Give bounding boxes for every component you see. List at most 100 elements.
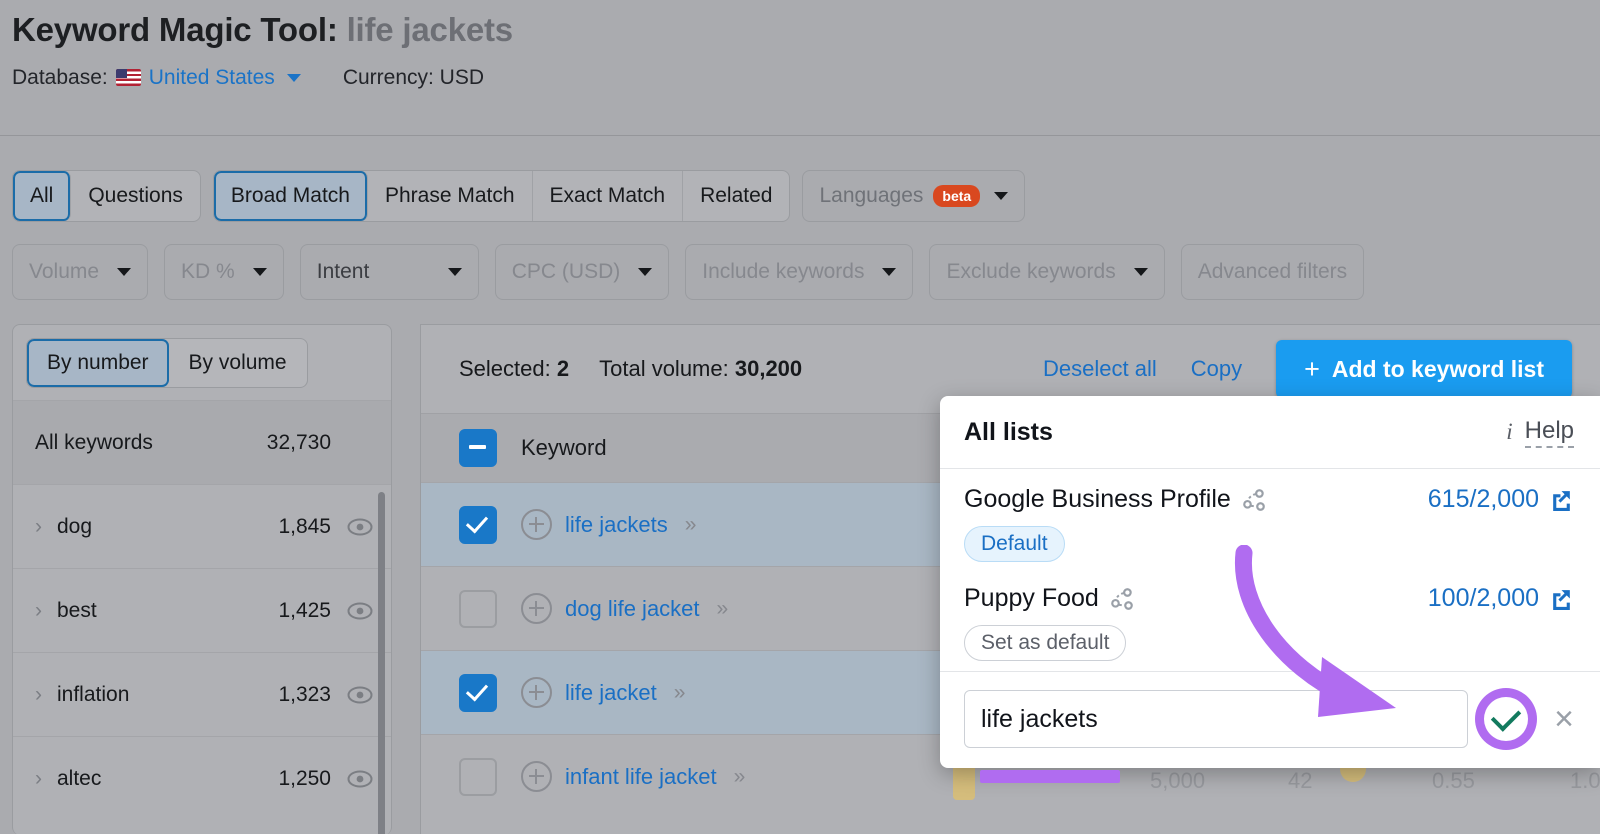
tab-exact-match[interactable]: Exact Match xyxy=(533,171,684,221)
info-icon[interactable]: i xyxy=(1506,419,1512,445)
double-chevron-icon[interactable]: » xyxy=(734,765,746,789)
eye-icon[interactable] xyxy=(347,770,373,788)
filter-cpc-label: CPC (USD) xyxy=(511,260,621,283)
row-checkbox[interactable] xyxy=(459,505,497,544)
sidebar-item-inflation[interactable]: › inflation 1,323 xyxy=(13,652,391,736)
deselect-all-button[interactable]: Deselect all xyxy=(1043,356,1157,382)
sidebar-sort-toggle: By number By volume xyxy=(13,325,391,400)
chevron-down-icon xyxy=(1133,268,1148,276)
total-volume-value: 30,200 xyxy=(734,356,803,381)
close-icon[interactable]: × xyxy=(1554,700,1574,739)
match-type-tabs: All Questions Broad Match Phrase Match E… xyxy=(12,170,1026,222)
eye-icon[interactable] xyxy=(347,518,373,536)
keyword-cell: infant life jacket » xyxy=(521,761,746,792)
chevron-down-icon xyxy=(252,268,267,276)
currency-label: Currency: USD xyxy=(342,65,485,89)
obscured-extra-value: 1.0 xyxy=(1570,768,1600,793)
languages-dropdown[interactable]: Languages beta xyxy=(802,170,1026,222)
sidebar-item-label: altec xyxy=(57,766,102,790)
plus-circle-icon[interactable] xyxy=(521,761,552,792)
scope-segment: All Questions xyxy=(12,170,201,222)
beta-badge: beta xyxy=(933,185,981,207)
sidebar-scrollbar[interactable] xyxy=(378,492,385,834)
all-keywords-count: 32,730 xyxy=(266,430,331,454)
sidebar-item-count: 1,425 xyxy=(278,598,331,622)
keyword-link[interactable]: life jackets xyxy=(565,512,668,538)
sidebar-item-label: inflation xyxy=(57,682,130,706)
new-list-name-input[interactable]: life jackets xyxy=(964,690,1469,748)
eye-icon[interactable] xyxy=(347,686,373,704)
keyword-link[interactable]: dog life jacket xyxy=(565,596,700,622)
tab-all[interactable]: All xyxy=(13,171,72,221)
list-item[interactable]: Google Business Profile 615/2,000 xyxy=(964,485,1574,514)
row-checkbox[interactable] xyxy=(459,589,497,628)
sort-by-number[interactable]: By number xyxy=(27,339,169,387)
default-badge: Default xyxy=(964,526,1065,562)
list-quota: 615/2,000 xyxy=(1427,485,1539,513)
plus-circle-icon[interactable] xyxy=(521,677,552,708)
double-chevron-icon[interactable]: » xyxy=(717,597,729,621)
row-checkbox[interactable] xyxy=(459,757,497,796)
copy-button[interactable]: Copy xyxy=(1191,356,1242,382)
confirm-button[interactable] xyxy=(1484,697,1529,741)
sidebar-item-all-keywords[interactable]: All keywords 32,730 xyxy=(13,400,391,484)
set-as-default-button[interactable]: Set as default xyxy=(964,625,1127,661)
sidebar-item-dog[interactable]: › dog 1,845 xyxy=(13,484,391,568)
plus-circle-icon[interactable] xyxy=(521,509,552,540)
filter-volume[interactable]: Volume xyxy=(12,244,149,300)
add-to-keyword-list-button[interactable]: + Add to keyword list xyxy=(1276,340,1572,398)
sort-by-volume[interactable]: By volume xyxy=(169,339,307,387)
list-name: Puppy Food xyxy=(964,584,1099,612)
external-link-icon[interactable] xyxy=(1549,487,1574,512)
plus-circle-icon[interactable] xyxy=(521,593,552,624)
help-link[interactable]: Help xyxy=(1524,417,1574,448)
filter-kd[interactable]: KD % xyxy=(164,244,284,300)
all-keywords-label: All keywords xyxy=(35,430,153,454)
filter-intent[interactable]: Intent xyxy=(299,244,479,300)
sidebar-item-best[interactable]: › best 1,425 xyxy=(13,568,391,652)
chevron-down-icon[interactable] xyxy=(286,73,301,82)
keyword-link[interactable]: infant life jacket xyxy=(565,764,717,790)
sidebar-list: All keywords 32,730 › dog 1,845 › best 1… xyxy=(13,400,391,834)
keyword-link[interactable]: life jacket xyxy=(565,680,657,706)
database-value[interactable]: United States xyxy=(149,66,275,90)
filter-exclude-keywords[interactable]: Exclude keywords xyxy=(929,244,1165,300)
popover-title: All lists xyxy=(964,417,1053,446)
chevron-right-icon[interactable]: › xyxy=(35,515,57,539)
tab-related[interactable]: Related xyxy=(683,171,789,221)
us-flag-icon xyxy=(115,69,141,87)
list-name: Google Business Profile xyxy=(964,485,1231,513)
filter-advanced-label: Advanced filters xyxy=(1197,260,1348,283)
selected-group: Selected: 2 xyxy=(459,356,569,382)
double-chevron-icon[interactable]: » xyxy=(685,513,697,537)
list-quota-group[interactable]: 100/2,000 xyxy=(1428,584,1574,613)
popover-help-group[interactable]: i Help xyxy=(1506,417,1574,448)
filter-cpc[interactable]: CPC (USD) xyxy=(494,244,670,300)
eye-icon[interactable] xyxy=(347,602,373,620)
list-item[interactable]: Puppy Food 100/2,000 xyxy=(964,584,1574,613)
filter-intent-label: Intent xyxy=(316,260,370,283)
row-checkbox[interactable] xyxy=(459,673,497,712)
tab-phrase-match[interactable]: Phrase Match xyxy=(368,171,533,221)
list-quota-group[interactable]: 615/2,000 xyxy=(1428,485,1574,514)
selected-count: 2 xyxy=(556,356,570,381)
select-all-checkbox[interactable] xyxy=(459,429,497,467)
database-row: Database: United States Currency: USD xyxy=(12,66,1600,90)
filter-include-keywords[interactable]: Include keywords xyxy=(685,244,914,300)
column-header-keyword: Keyword xyxy=(521,435,607,460)
list-quota: 100/2,000 xyxy=(1427,584,1539,612)
tab-questions[interactable]: Questions xyxy=(71,171,200,221)
filter-exclude-label: Exclude keywords xyxy=(946,260,1116,283)
sidebar-item-altec[interactable]: › altec 1,250 xyxy=(13,736,391,820)
sidebar-item-count: 1,323 xyxy=(278,682,331,706)
filter-kd-label: KD % xyxy=(181,260,235,283)
chevron-right-icon[interactable]: › xyxy=(35,599,57,623)
chevron-right-icon[interactable]: › xyxy=(35,683,57,707)
share-icon xyxy=(1110,587,1133,610)
tab-broad-match[interactable]: Broad Match xyxy=(213,171,368,221)
external-link-icon[interactable] xyxy=(1549,586,1574,611)
filter-advanced[interactable]: Advanced filters xyxy=(1180,244,1365,300)
toolbar-actions: Deselect all Copy + Add to keyword list xyxy=(1043,340,1600,398)
chevron-right-icon[interactable]: › xyxy=(35,767,57,791)
double-chevron-icon[interactable]: » xyxy=(674,681,686,705)
